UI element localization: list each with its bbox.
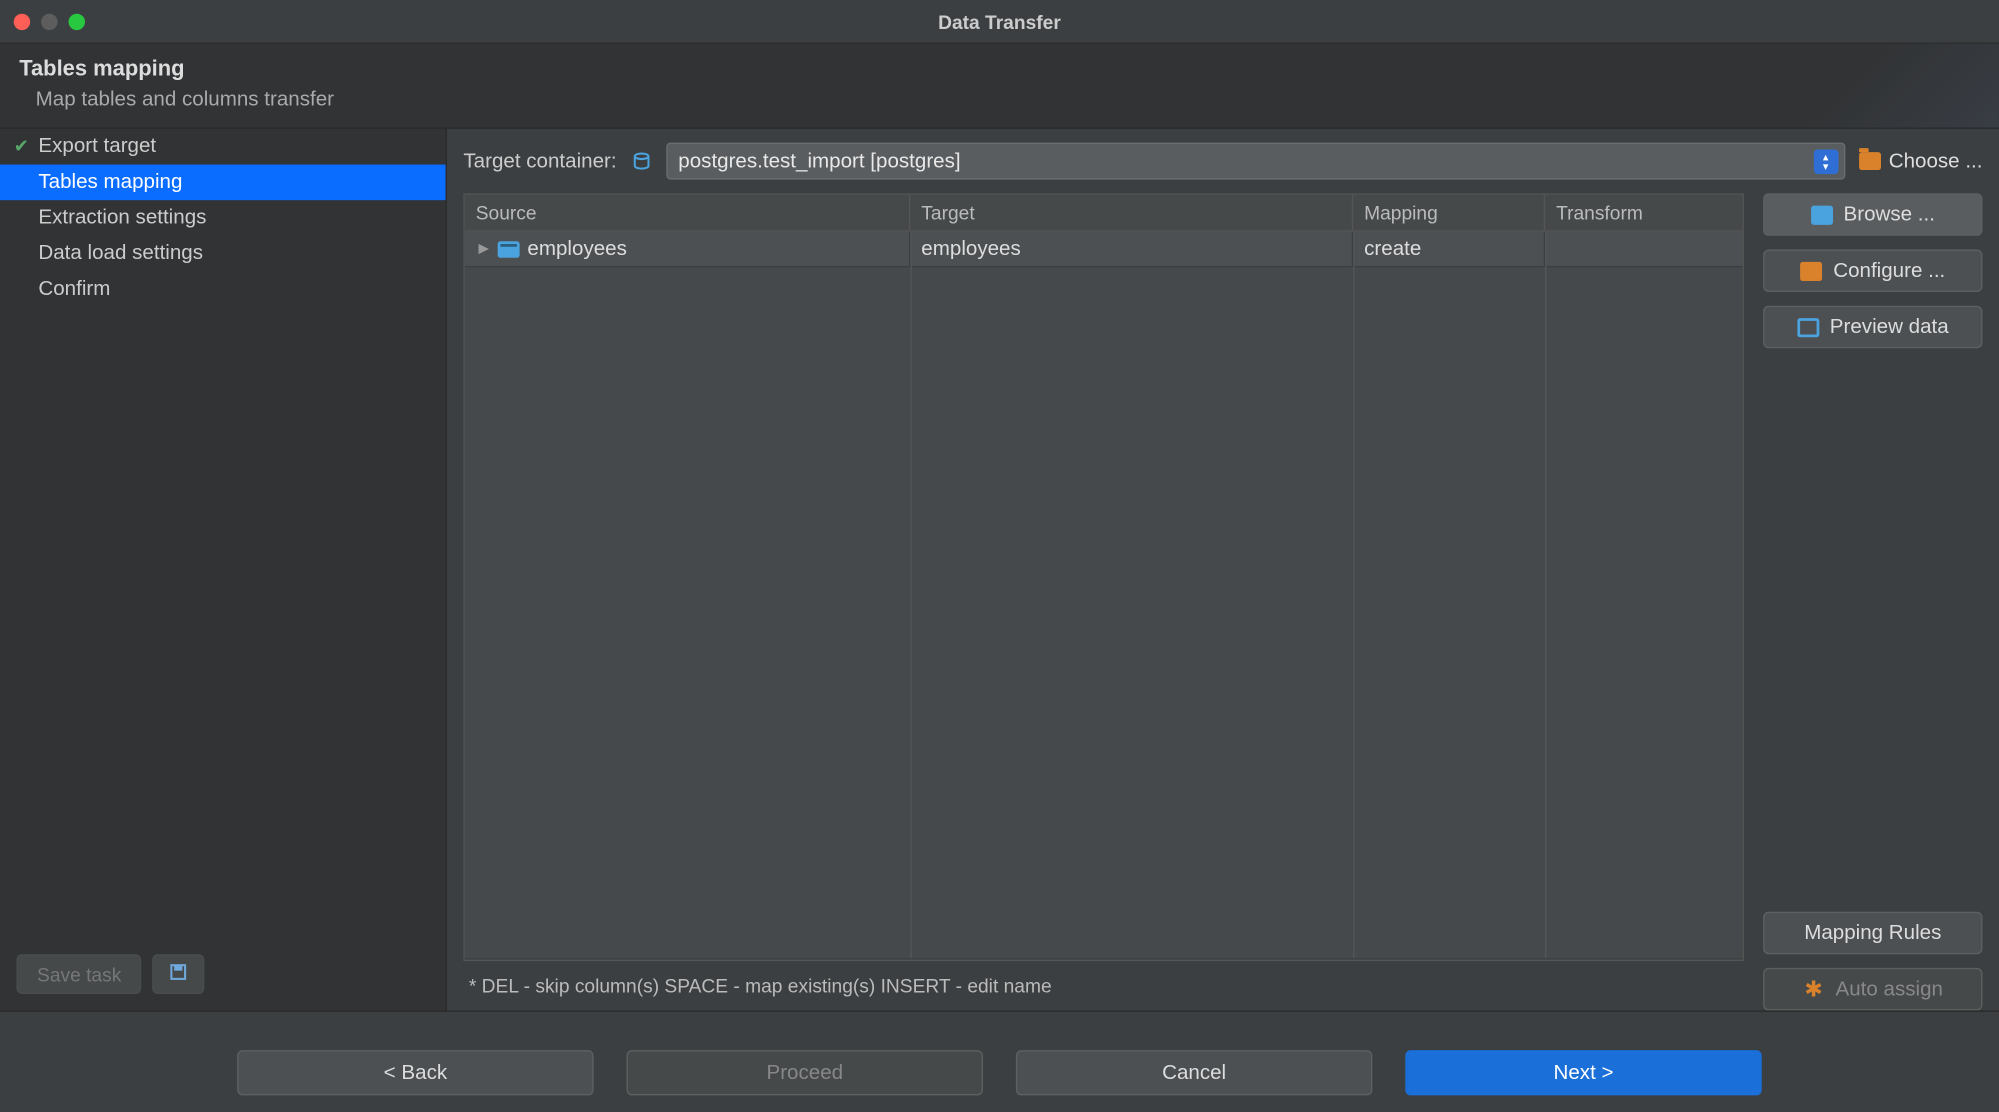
col-header-transform[interactable]: Transform <box>1545 195 1742 231</box>
table-icon <box>1811 205 1833 224</box>
step-tables-mapping[interactable]: Tables mapping <box>0 165 446 201</box>
button-label: Preview data <box>1830 315 1949 338</box>
target-container-row: Target container: postgres.test_import [… <box>463 143 1982 180</box>
preview-icon <box>1797 317 1819 336</box>
table-icon <box>497 241 519 257</box>
column-divider <box>1353 232 1354 959</box>
step-export-target[interactable]: Export target <box>0 129 446 165</box>
table-body: ▶ employees employees create <box>465 232 1743 959</box>
cell-source[interactable]: ▶ employees <box>465 232 911 266</box>
configure-button[interactable]: Configure ... <box>1763 250 1982 293</box>
browse-button[interactable]: Browse ... <box>1763 193 1982 236</box>
cell-mapping[interactable]: create <box>1353 232 1545 266</box>
target-container-label: Target container: <box>463 149 616 172</box>
column-divider <box>1545 232 1546 959</box>
step-confirm[interactable]: Confirm <box>0 271 446 307</box>
col-header-target[interactable]: Target <box>910 195 1353 231</box>
titlebar: Data Transfer <box>0 0 1999 44</box>
auto-assign-button[interactable]: ✱ Auto assign <box>1763 968 1982 1011</box>
page-title: Tables mapping <box>19 58 1980 83</box>
configure-icon <box>1800 261 1822 280</box>
table-row[interactable]: ▶ employees employees create <box>465 232 1743 268</box>
window: Data Transfer Tables mapping Map tables … <box>0 0 1999 1112</box>
expand-icon[interactable]: ▶ <box>478 241 489 256</box>
choose-label: Choose ... <box>1889 149 1983 172</box>
col-header-mapping[interactable]: Mapping <box>1353 195 1545 231</box>
main-panel: Target container: postgres.test_import [… <box>447 129 1999 1011</box>
button-label: Browse ... <box>1844 203 1935 226</box>
proceed-button[interactable]: Proceed <box>627 1050 983 1095</box>
table-header: Source Target Mapping Transform <box>465 195 1743 232</box>
folder-icon <box>1859 152 1881 170</box>
cancel-button[interactable]: Cancel <box>1016 1050 1372 1095</box>
preview-data-button[interactable]: Preview data <box>1763 306 1982 349</box>
step-label: Tables mapping <box>38 170 182 193</box>
body: Export target Tables mapping Extraction … <box>0 129 1999 1011</box>
save-icon <box>168 962 190 981</box>
sidebar-actions: Save task <box>0 943 446 1010</box>
keyboard-hint: * DEL - skip column(s) SPACE - map exist… <box>463 961 1744 1010</box>
footer: < Back Proceed Cancel Next > <box>0 1010 1999 1111</box>
step-label: Data load settings <box>38 241 203 264</box>
step-label: Confirm <box>38 277 110 300</box>
mapping-rules-button[interactable]: Mapping Rules <box>1763 912 1982 955</box>
target-name: employees <box>921 237 1020 260</box>
save-task-as-button[interactable] <box>153 954 205 994</box>
back-button[interactable]: < Back <box>237 1050 593 1095</box>
step-label: Export target <box>38 134 156 157</box>
content-row: Source Target Mapping Transform ▶ employ… <box>463 193 1982 1010</box>
mapping-value: create <box>1364 237 1421 260</box>
wizard-steps: Export target Tables mapping Extraction … <box>0 129 446 943</box>
cell-target[interactable]: employees <box>910 232 1353 266</box>
target-container-input[interactable]: postgres.test_import [postgres] <box>666 143 1845 180</box>
right-button-panel: Browse ... Configure ... Preview data Ma… <box>1763 193 1982 1010</box>
mapping-table-area: Source Target Mapping Transform ▶ employ… <box>463 193 1744 1010</box>
database-icon <box>630 150 652 172</box>
page-subtitle: Map tables and columns transfer <box>19 88 1980 111</box>
save-task-button[interactable]: Save task <box>16 954 141 994</box>
column-divider <box>910 232 911 959</box>
step-extraction-settings[interactable]: Extraction settings <box>0 200 446 236</box>
mapping-table: Source Target Mapping Transform ▶ employ… <box>463 193 1744 961</box>
step-label: Extraction settings <box>38 206 206 229</box>
sidebar: Export target Tables mapping Extraction … <box>0 129 447 1011</box>
target-container-value: postgres.test_import [postgres] <box>678 149 960 172</box>
next-button[interactable]: Next > <box>1405 1050 1761 1095</box>
cell-transform[interactable] <box>1545 232 1742 266</box>
step-data-load-settings[interactable]: Data load settings <box>0 236 446 272</box>
stepper-icon[interactable] <box>1813 149 1838 174</box>
button-label: Configure ... <box>1833 259 1945 282</box>
button-label: Mapping Rules <box>1804 921 1941 944</box>
header: Tables mapping Map tables and columns tr… <box>0 44 1999 129</box>
window-title: Data Transfer <box>0 10 1999 32</box>
source-name: employees <box>527 237 626 260</box>
col-header-source[interactable]: Source <box>465 195 911 231</box>
choose-container-button[interactable]: Choose ... <box>1859 149 1983 172</box>
header-decoration <box>1752 44 1999 128</box>
star-icon: ✱ <box>1803 980 1825 999</box>
button-label: Auto assign <box>1835 978 1942 1001</box>
spacer <box>1763 362 1982 898</box>
